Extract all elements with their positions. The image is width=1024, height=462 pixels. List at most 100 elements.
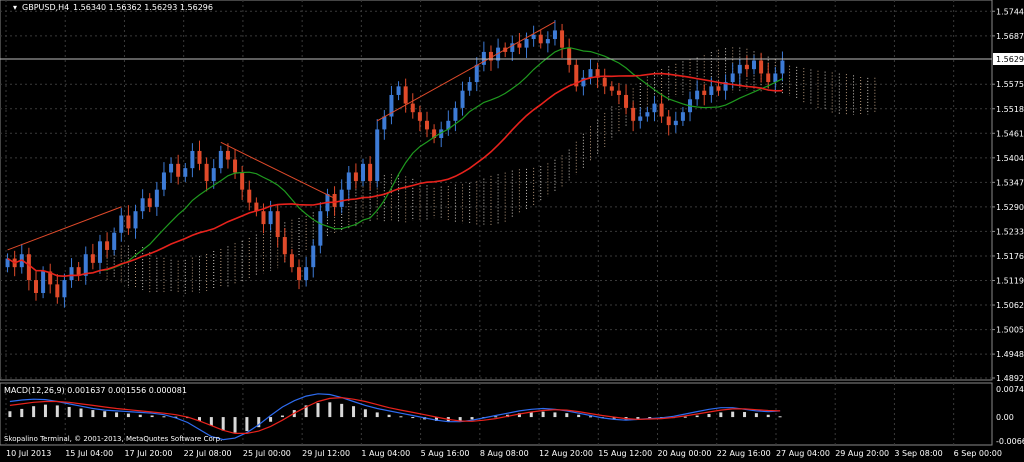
price-tick-label: 1.52330 xyxy=(996,227,1024,236)
candle-body xyxy=(275,211,280,238)
candle-body xyxy=(147,198,152,207)
macd-histogram-bar xyxy=(20,408,24,418)
candle-body xyxy=(353,172,358,182)
candle-body xyxy=(282,237,287,255)
price-tick-label: 1.52900 xyxy=(996,203,1024,212)
candle-body xyxy=(26,254,31,281)
candle-body xyxy=(83,254,88,276)
candle-body xyxy=(545,39,550,44)
macd-histogram-bar xyxy=(316,403,320,418)
macd-histogram-bar xyxy=(766,414,770,418)
candle-body xyxy=(744,64,749,70)
candle-body xyxy=(481,51,486,65)
macd-histogram-bar xyxy=(778,416,782,418)
candle-body xyxy=(368,163,373,182)
candle-body xyxy=(638,116,643,121)
candle-body xyxy=(453,107,458,121)
macd-histogram-bar xyxy=(340,403,344,418)
macd-histogram-bar xyxy=(79,408,83,418)
macd-histogram-bar xyxy=(494,416,498,418)
candle-body xyxy=(737,64,742,74)
macd-histogram-bar xyxy=(328,402,332,418)
candle-body xyxy=(375,129,380,182)
price-tick-label: 1.53470 xyxy=(996,178,1024,187)
macd-histogram-bar xyxy=(269,417,273,422)
candle-body xyxy=(289,254,294,268)
candle-body xyxy=(69,267,74,281)
candle-body xyxy=(261,211,266,225)
macd-histogram-bar xyxy=(754,413,758,418)
candle-body xyxy=(517,43,522,48)
candle-body xyxy=(119,215,124,233)
price-tick-label: 1.55180 xyxy=(996,105,1024,114)
price-tick-label: 1.51760 xyxy=(996,252,1024,261)
macd-histogram-bar xyxy=(529,412,533,418)
candle-body xyxy=(97,241,102,263)
candle-body xyxy=(204,163,209,182)
candle-body xyxy=(112,232,117,250)
candle-body xyxy=(211,168,216,182)
candle-body xyxy=(652,103,657,113)
candle-body xyxy=(140,198,145,212)
candle-body xyxy=(567,47,572,65)
time-tick-label: 10 Jul 2013 xyxy=(6,449,51,458)
candle-body xyxy=(346,172,351,190)
candle-body xyxy=(190,150,195,169)
time-tick-label: 3 Sep 08:00 xyxy=(894,449,942,458)
candle-body xyxy=(773,73,778,83)
macd-histogram-bar xyxy=(115,412,119,418)
macd-histogram-bar xyxy=(589,416,592,418)
macd-histogram-bar xyxy=(280,415,284,418)
macd-tick-label: 0.00 xyxy=(996,413,1014,422)
time-tick-label: 15 Jul 04:00 xyxy=(65,449,113,458)
candle-body xyxy=(33,280,38,293)
candle-body xyxy=(410,103,415,113)
time-tick-label: 22 Jul 08:00 xyxy=(184,449,232,458)
symbol-title: GBPUSD,H4 xyxy=(22,3,69,12)
time-tick-label: 8 Aug 08:00 xyxy=(480,449,529,458)
candle-body xyxy=(233,159,238,173)
header-arrow-icon: ▾ xyxy=(13,3,17,12)
candle-body xyxy=(695,90,700,100)
trading-chart[interactable]: 1.57445 1.56873 1.55750 1.55180 1.54610 1.540… xyxy=(0,0,1024,462)
candle-body xyxy=(169,163,174,173)
candle-body xyxy=(759,60,764,74)
candle-body xyxy=(55,284,60,298)
candle-body xyxy=(602,77,607,87)
macd-histogram-bar xyxy=(209,417,213,426)
time-axis[interactable]: 10 Jul 2013 15 Jul 04:00 17 Jul 20:00 22 Ju… xyxy=(6,449,1002,458)
candle-body xyxy=(183,168,188,177)
price-tick-label: 1.56873 xyxy=(996,32,1024,41)
candle-body xyxy=(766,73,771,83)
candle-body xyxy=(460,90,465,108)
macd-histogram-bar xyxy=(565,413,569,418)
price-tick-label: 1.57445 xyxy=(996,7,1024,16)
candle-body xyxy=(417,112,422,121)
price-tick-label: 1.51190 xyxy=(996,277,1024,286)
candle-body xyxy=(531,34,536,40)
time-tick-label: 15 Aug 12:00 xyxy=(598,449,652,458)
candle-body xyxy=(666,116,671,126)
time-tick-label: 29 Jul 12:00 xyxy=(302,449,350,458)
time-tick-label: 20 Aug 00:00 xyxy=(658,449,712,458)
candle-body xyxy=(126,215,131,229)
price-tick-label: 1.55750 xyxy=(996,80,1024,89)
time-tick-label: 12 Aug 20:00 xyxy=(539,449,593,458)
time-tick-label: 29 Aug 20:00 xyxy=(835,449,889,458)
macd-histogram-bar xyxy=(719,412,723,418)
candle-body xyxy=(297,267,302,281)
candle-body xyxy=(176,163,181,177)
price-tick-label: 1.54610 xyxy=(996,129,1024,138)
macd-histogram-bar xyxy=(162,416,166,418)
candle-body xyxy=(105,241,110,250)
candle-body xyxy=(240,172,245,190)
macd-tick-label: -0.006667 xyxy=(996,437,1024,446)
candle-body xyxy=(645,112,650,117)
macd-histogram-bar xyxy=(91,410,95,418)
candle-body xyxy=(588,69,593,78)
candle-body xyxy=(161,172,166,190)
copyright-text: Skopalino Terminal, © 2001-2013, MetaQuo… xyxy=(4,435,222,443)
candle-body xyxy=(41,271,46,293)
candle-body xyxy=(631,107,636,121)
candle-body xyxy=(339,189,344,207)
